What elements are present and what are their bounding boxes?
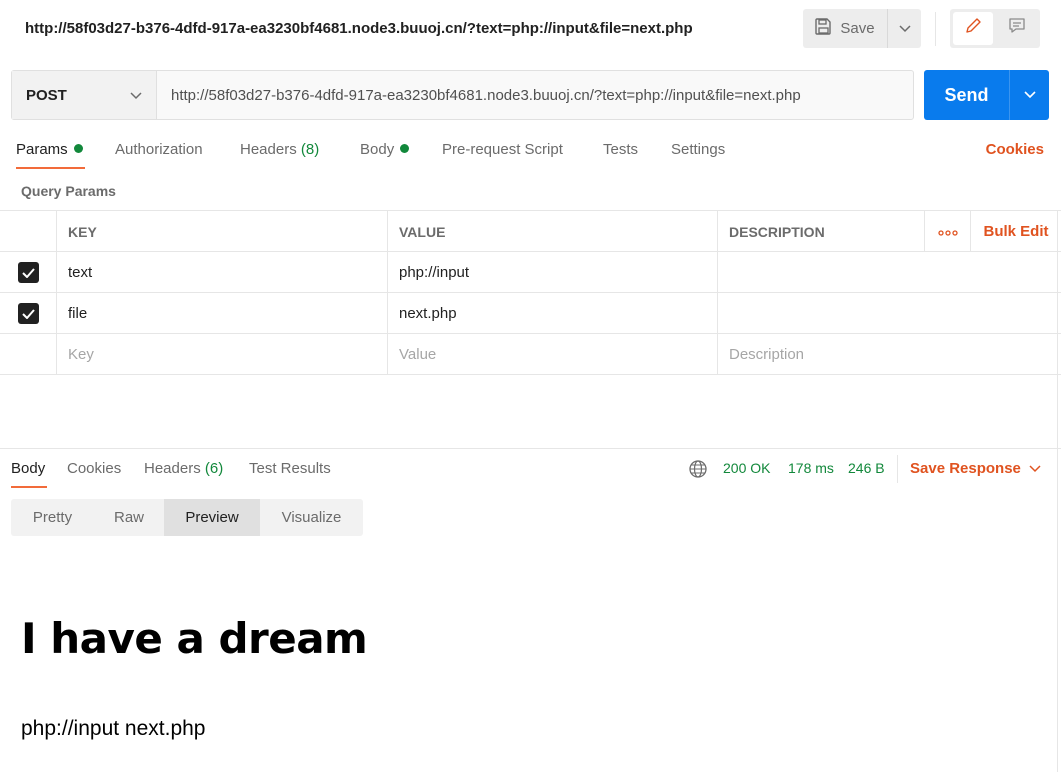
response-tab-headers[interactable]: Headers (6) [144, 460, 223, 477]
params-header-row: KEY VALUE DESCRIPTION Bulk Edit [0, 211, 1061, 252]
response-divider[interactable] [0, 448, 1061, 449]
send-button-group: Send [924, 70, 1049, 120]
tab-tests[interactable]: Tests [603, 141, 638, 158]
bulk-edit-button[interactable]: Bulk Edit [971, 211, 1061, 252]
chevron-down-icon [130, 87, 142, 104]
check-icon [21, 267, 35, 278]
send-button[interactable]: Send [924, 70, 1010, 120]
comments-mode-button[interactable] [997, 12, 1037, 45]
tab-title-url: http://58f03d27-b376-4dfd-917a-ea3230bf4… [25, 20, 693, 37]
param-description-cell[interactable] [718, 252, 1061, 293]
save-icon [815, 18, 832, 39]
chevron-down-icon [898, 20, 911, 38]
tab-body[interactable]: Body [360, 141, 410, 158]
save-dropdown-button[interactable] [888, 9, 921, 48]
cookies-link[interactable]: Cookies [986, 141, 1044, 158]
tab-params-label: Params [16, 141, 68, 158]
active-tab-indicator [16, 167, 85, 169]
response-size: 246 B [848, 460, 885, 476]
params-indicator-dot [73, 144, 83, 153]
save-button-group: Save [803, 9, 921, 48]
response-tab-cookies[interactable]: Cookies [67, 460, 121, 477]
response-status: 200 OK [723, 460, 771, 476]
query-params-heading: Query Params [21, 183, 116, 199]
table-row: text php://input [0, 252, 1061, 293]
row-check-cell [0, 334, 57, 375]
format-tab-raw[interactable]: Raw [94, 499, 164, 536]
chevron-down-icon [1029, 460, 1041, 477]
param-value-cell[interactable]: php://input [388, 252, 718, 293]
param-value-cell[interactable]: next.php [388, 293, 718, 334]
send-dropdown-button[interactable] [1010, 70, 1049, 120]
method-select[interactable]: POST [12, 71, 157, 119]
params-table: KEY VALUE DESCRIPTION Bulk Edit text php… [0, 210, 1061, 375]
row-check-cell [0, 252, 57, 293]
new-param-row: Key Value Description [0, 334, 1061, 375]
toolbar-divider [935, 12, 936, 46]
tab-headers-label: Headers [240, 141, 297, 158]
column-header-value: VALUE [388, 211, 718, 252]
save-response-button[interactable]: Save Response [910, 460, 1041, 477]
column-header-key: KEY [57, 211, 388, 252]
tab-pre-request-script[interactable]: Pre-request Script [442, 141, 563, 158]
check-icon [21, 308, 35, 319]
panel-right-border [1057, 210, 1058, 772]
more-options-button[interactable] [924, 211, 971, 252]
response-time: 178 ms [788, 460, 834, 476]
view-mode-toggle [950, 9, 1040, 48]
tab-headers[interactable]: Headers (8) [240, 141, 319, 158]
format-tab-preview[interactable]: Preview [164, 499, 260, 536]
chevron-down-icon [1023, 86, 1036, 104]
more-horizontal-icon [937, 223, 958, 240]
response-tab-headers-label: Headers [144, 460, 201, 477]
edit-mode-button[interactable] [953, 12, 993, 45]
param-key-cell[interactable]: file [57, 293, 388, 334]
pencil-icon [964, 17, 982, 40]
new-value-input[interactable]: Value [388, 334, 718, 375]
response-headers-count: (6) [204, 460, 224, 477]
response-tab-test-results[interactable]: Test Results [249, 460, 331, 477]
method-value: POST [26, 86, 67, 104]
response-tab-body[interactable]: Body [11, 460, 45, 477]
format-tab-visualize[interactable]: Visualize [260, 499, 363, 536]
param-checkbox[interactable] [17, 262, 39, 283]
tab-body-label: Body [360, 141, 395, 158]
request-bar: POST http://58f03d27-b376-4dfd-917a-ea32… [11, 70, 914, 120]
param-key-cell[interactable]: text [57, 252, 388, 293]
globe-icon[interactable] [688, 459, 708, 484]
url-input[interactable]: http://58f03d27-b376-4dfd-917a-ea3230bf4… [157, 71, 913, 119]
tab-settings[interactable]: Settings [671, 141, 725, 158]
param-checkbox[interactable] [17, 303, 39, 324]
column-header-description: DESCRIPTION [729, 223, 825, 240]
save-button[interactable]: Save [803, 9, 888, 48]
body-indicator-dot [400, 144, 410, 153]
row-check-cell [0, 293, 57, 334]
save-response-label: Save Response [910, 460, 1021, 477]
status-divider [897, 455, 898, 483]
save-label: Save [840, 20, 875, 37]
tab-params[interactable]: Params [16, 141, 83, 158]
new-description-input[interactable]: Description [718, 334, 1061, 375]
comment-icon [1008, 17, 1026, 40]
new-key-input[interactable]: Key [57, 334, 388, 375]
header-check-cell [0, 211, 57, 252]
format-tab-pretty[interactable]: Pretty [11, 499, 94, 536]
param-description-cell[interactable] [718, 293, 1061, 334]
table-row: file next.php [0, 293, 1061, 334]
headers-count: (8) [300, 141, 320, 158]
preview-text: php://input next.php [21, 717, 206, 740]
active-response-tab-indicator [11, 486, 47, 488]
response-format-tabs: Pretty Raw Preview Visualize [11, 499, 363, 536]
preview-heading: I have a dream [21, 614, 368, 663]
tab-authorization[interactable]: Authorization [115, 141, 203, 158]
